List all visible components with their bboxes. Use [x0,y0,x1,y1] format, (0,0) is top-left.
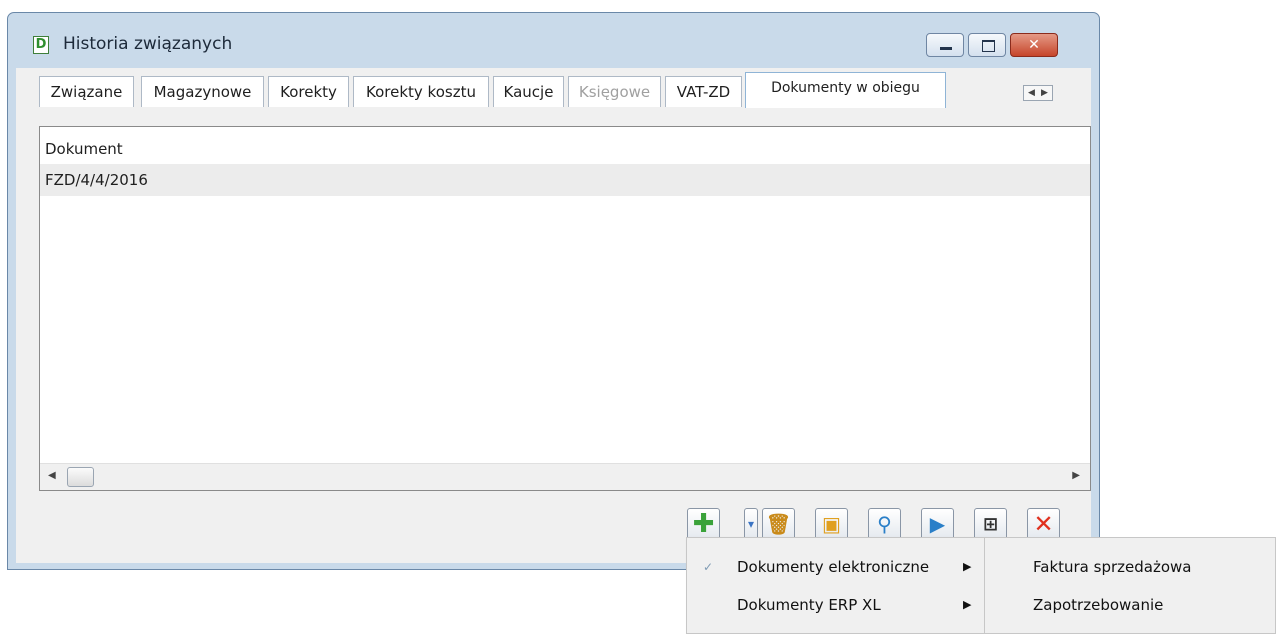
close-icon: ✕ [1028,37,1040,53]
menu-item-label: Dokumenty elektroniczne [737,558,930,576]
maximize-icon [982,40,995,52]
tab-kaucje[interactable]: Kaucje [493,76,564,107]
chevron-left-icon[interactable]: ◀ [1025,86,1038,100]
add-icon: ✚ [692,509,715,539]
tab-scroll-control[interactable]: ◀ ▶ [1023,85,1053,101]
context-menu: ✓ Dokumenty elektroniczne ▶ Dokumenty ER… [686,537,986,634]
tab-zwiazane[interactable]: Związane [39,76,134,107]
trash-icon: 🗑 [765,512,792,536]
tab-vat-zd[interactable]: VAT-ZD [665,76,742,107]
menu-item-label: Dokumenty ERP XL [737,596,881,614]
tab-korekty[interactable]: Korekty [268,76,349,107]
scrollbar-thumb[interactable] [67,467,94,487]
search-icon: ⚲ [877,512,892,536]
tab-strip: Związane Magazynowe Korekty Korekty kosz… [16,68,1091,108]
tab-magazynowe[interactable]: Magazynowe [141,76,264,107]
submenu-arrow-icon: ▶ [963,560,972,573]
menu-item-label: Faktura sprzedażowa [1033,558,1192,576]
close-icon: ✕ [1033,510,1054,538]
window-title: Historia związanych [63,34,233,54]
maximize-button[interactable] [968,33,1006,57]
tab-korekty-kosztu[interactable]: Korekty kosztu [353,76,489,107]
documents-grid: Dokument FZD/4/4/2016 ◀ ▶ [39,126,1091,491]
menu-item-dokumenty-erp-xl[interactable]: Dokumenty ERP XL ▶ [687,588,985,622]
column-header-dokument[interactable]: Dokument [40,134,1090,165]
horizontal-scrollbar[interactable]: ◀ ▶ [40,463,1090,490]
submenu-arrow-icon: ▶ [963,598,972,611]
minimize-button[interactable] [926,33,964,57]
dropdown-icon: ▾ [747,517,755,531]
check-icon: ✓ [703,560,714,574]
app-icon: D [33,36,49,54]
minimize-icon [940,47,952,50]
table-row[interactable]: FZD/4/4/2016 [40,164,1090,196]
submenu-item-zapotrzebowanie[interactable]: Zapotrzebowanie [985,588,1275,622]
menu-item-label: Zapotrzebowanie [1033,596,1164,614]
title-bar[interactable]: D Historia związanych ✕ [8,13,1099,73]
tab-ksiegowe: Księgowe [568,76,661,107]
open-document-icon: ▣ [822,512,841,536]
tab-dokumenty-w-obiegu[interactable]: Dokumenty w obiegu [745,72,946,108]
close-button[interactable]: ✕ [1010,33,1058,57]
link-document-icon: ▶ [929,512,946,536]
scroll-right-icon[interactable]: ▶ [1072,470,1080,481]
submenu-item-faktura-sprzedazowa[interactable]: Faktura sprzedażowa [985,550,1275,584]
tree-icon: ⊞ [982,514,999,535]
submenu: Faktura sprzedażowa Zapotrzebowanie [984,537,1276,634]
menu-item-dokumenty-elektroniczne[interactable]: ✓ Dokumenty elektroniczne ▶ [687,550,985,584]
window-client: Związane Magazynowe Korekty Korekty kosz… [16,68,1091,563]
chevron-right-icon[interactable]: ▶ [1038,86,1051,100]
scroll-left-icon[interactable]: ◀ [48,470,56,481]
history-window: D Historia związanych ✕ Związane Magazyn… [7,12,1100,570]
